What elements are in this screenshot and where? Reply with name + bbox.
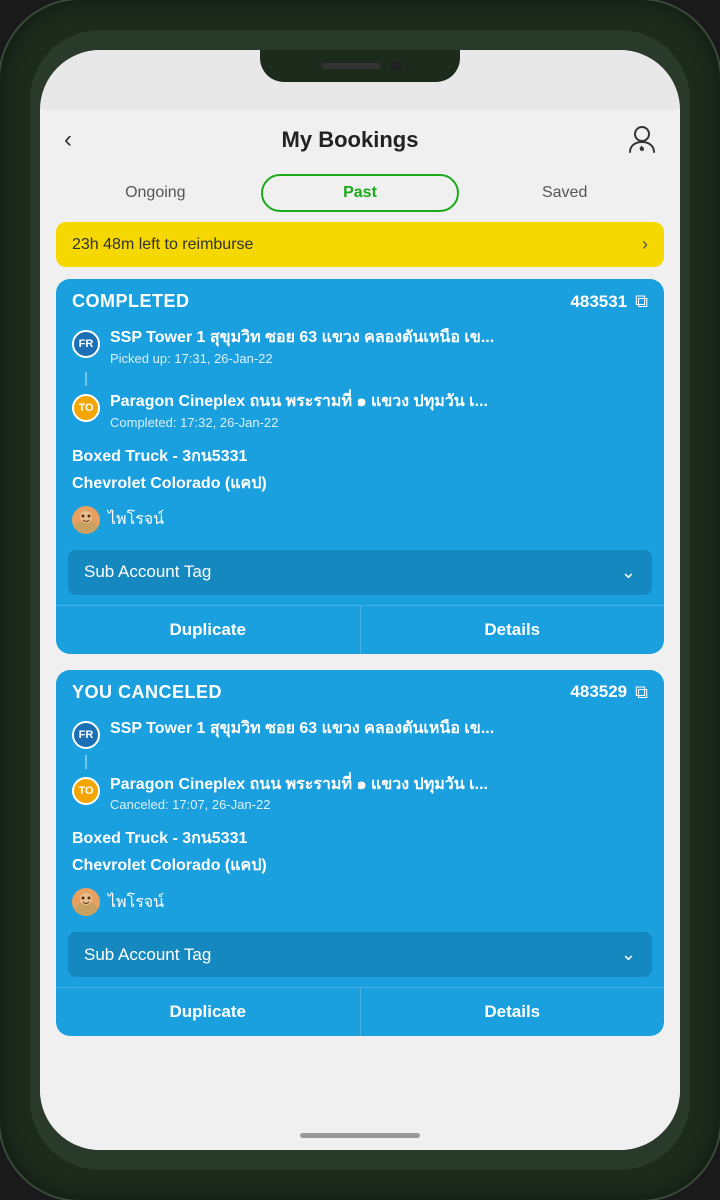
status-bar — [40, 50, 680, 110]
support-icon[interactable] — [624, 122, 660, 158]
copy-icon-canceled[interactable]: ⧉ — [635, 682, 648, 703]
details-button-1[interactable]: Details — [361, 606, 665, 654]
to-location-sub-2: Canceled: 17:07, 26-Jan-22 — [110, 797, 488, 812]
from-badge-1: FR — [72, 330, 100, 358]
car-model-1: Chevrolet Colorado (แคป) — [72, 471, 648, 496]
car-model-2: Chevrolet Colorado (แคป) — [72, 853, 648, 878]
to-location-text-1: Paragon Cineplex ถนน พระรามที่ ๑ แขวง ปท… — [110, 392, 488, 413]
reimburse-text: 23h 48m left to reimburse — [72, 236, 253, 254]
tab-past[interactable]: Past — [261, 174, 460, 212]
card-header-completed: COMPLETED 483531 ⧉ — [56, 279, 664, 322]
booking-card-completed: COMPLETED 483531 ⧉ FR SSP Tower 1 สุขุมว… — [56, 279, 664, 654]
speaker — [321, 63, 381, 69]
duplicate-button-1[interactable]: Duplicate — [56, 606, 361, 654]
app-content: ‹ My Bookings Ongoing Past — [40, 110, 680, 1120]
home-indicator — [40, 1120, 680, 1150]
sub-account-dropdown-2[interactable]: Sub Account Tag ⌄ — [68, 932, 652, 977]
card-status-completed: COMPLETED — [72, 291, 190, 312]
dropdown-arrow-icon-2: ⌄ — [621, 944, 636, 965]
to-location-sub-1: Completed: 17:32, 26-Jan-22 — [110, 415, 488, 430]
sub-account-label-2: Sub Account Tag — [84, 945, 211, 965]
from-location-row-2: FR SSP Tower 1 สุขุมวิท ซอย 63 แขวง คลอง… — [56, 713, 664, 755]
copy-icon-completed[interactable]: ⧉ — [635, 291, 648, 312]
from-location-text-1: SSP Tower 1 สุขุมวิท ซอย 63 แขวง คลองตัน… — [110, 328, 494, 349]
header: ‹ My Bookings — [40, 110, 680, 168]
vehicle-info-1: Boxed Truck - 3กน5331 Chevrolet Colorado… — [56, 436, 664, 502]
phone-inner: ‹ My Bookings Ongoing Past — [30, 30, 690, 1170]
to-location-text-2: Paragon Cineplex ถนน พระรามที่ ๑ แขวง ปท… — [110, 775, 488, 796]
booking-card-canceled: YOU CANCELED 483529 ⧉ FR SSP Tower 1 สุข… — [56, 670, 664, 1037]
tab-ongoing[interactable]: Ongoing — [56, 174, 255, 212]
to-location-row-1: TO Paragon Cineplex ถนน พระรามที่ ๑ แขวง… — [56, 386, 664, 436]
sub-account-label-1: Sub Account Tag — [84, 562, 211, 582]
driver-row-2: ไพโรจน์ — [56, 884, 664, 926]
driver-avatar-2 — [72, 888, 100, 916]
camera-dot — [391, 61, 401, 71]
vehicle-info-2: Boxed Truck - 3กน5331 Chevrolet Colorado… — [56, 818, 664, 884]
card-id-row: 483531 ⧉ — [570, 291, 648, 312]
card-id-row-2: 483529 ⧉ — [570, 682, 648, 703]
details-button-2[interactable]: Details — [361, 988, 665, 1036]
vehicle-line-1: Boxed Truck - 3กน5331 — [72, 444, 648, 469]
card-id-completed: 483531 — [570, 292, 627, 312]
from-location-sub-1: Picked up: 17:31, 26-Jan-22 — [110, 351, 494, 366]
screen: ‹ My Bookings Ongoing Past — [40, 50, 680, 1150]
driver-name-1: ไพโรจน์ — [108, 507, 164, 532]
from-badge-2: FR — [72, 721, 100, 749]
to-badge-2: TO — [72, 777, 100, 805]
notch — [260, 50, 460, 82]
card-actions-1: Duplicate Details — [56, 605, 664, 654]
home-bar — [300, 1133, 420, 1138]
from-location-text-2: SSP Tower 1 สุขุมวิท ซอย 63 แขวง คลองตัน… — [110, 719, 494, 740]
dropdown-arrow-icon-1: ⌄ — [621, 562, 636, 583]
page-title: My Bookings — [282, 127, 419, 153]
driver-avatar-1 — [72, 506, 100, 534]
reimburse-banner[interactable]: 23h 48m left to reimburse › — [56, 222, 664, 267]
sub-account-dropdown-1[interactable]: Sub Account Tag ⌄ — [68, 550, 652, 595]
reimburse-arrow-icon: › — [642, 234, 648, 255]
phone-frame: ‹ My Bookings Ongoing Past — [0, 0, 720, 1200]
card-id-canceled: 483529 — [570, 682, 627, 702]
card-status-canceled: YOU CANCELED — [72, 682, 222, 703]
card-actions-2: Duplicate Details — [56, 987, 664, 1036]
driver-name-2: ไพโรจน์ — [108, 890, 164, 915]
card-header-canceled: YOU CANCELED 483529 ⧉ — [56, 670, 664, 713]
to-badge-1: TO — [72, 394, 100, 422]
back-button[interactable]: ‹ — [60, 122, 76, 158]
to-location-row-2: TO Paragon Cineplex ถนน พระรามที่ ๑ แขวง… — [56, 769, 664, 819]
vehicle-line-2: Boxed Truck - 3กน5331 — [72, 826, 648, 851]
tab-saved[interactable]: Saved — [465, 174, 664, 212]
tabs-container: Ongoing Past Saved — [40, 168, 680, 222]
duplicate-button-2[interactable]: Duplicate — [56, 988, 361, 1036]
driver-row-1: ไพโรจน์ — [56, 502, 664, 544]
from-location-row-1: FR SSP Tower 1 สุขุมวิท ซอย 63 แขวง คลอง… — [56, 322, 664, 372]
